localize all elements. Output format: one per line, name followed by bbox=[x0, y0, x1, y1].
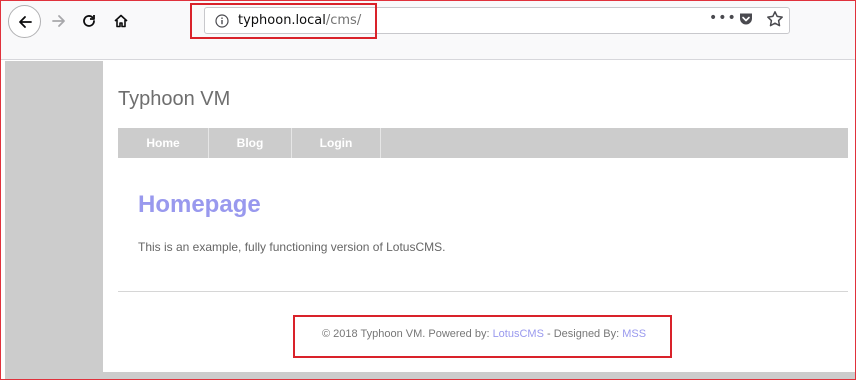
page-body-text: This is an example, fully functioning ve… bbox=[138, 240, 446, 254]
browser-toolbar: typhoon.local/cms/ ••• bbox=[1, 1, 855, 60]
home-icon bbox=[114, 14, 128, 28]
nav-login-link[interactable]: Login bbox=[292, 128, 381, 158]
nav-home-link[interactable]: Home bbox=[118, 128, 209, 158]
home-button[interactable] bbox=[105, 5, 137, 37]
page-actions-button[interactable]: ••• bbox=[709, 10, 737, 26]
url-annotation-box bbox=[190, 3, 377, 39]
forward-button[interactable] bbox=[43, 5, 75, 37]
back-button[interactable] bbox=[8, 5, 41, 38]
site-title: Typhoon VM bbox=[118, 88, 231, 110]
reload-button[interactable] bbox=[73, 5, 105, 37]
reload-icon bbox=[83, 15, 95, 27]
footer-divider bbox=[118, 291, 848, 292]
nav-blog-link[interactable]: Blog bbox=[209, 128, 292, 158]
back-arrow-icon bbox=[18, 15, 32, 28]
footer-annotation-box bbox=[293, 315, 672, 358]
forward-arrow-icon bbox=[52, 15, 65, 27]
star-icon[interactable] bbox=[766, 10, 784, 32]
site-navbar: Home Blog Login bbox=[118, 128, 848, 158]
pocket-icon[interactable] bbox=[738, 11, 754, 31]
page-heading: Homepage bbox=[138, 191, 261, 218]
